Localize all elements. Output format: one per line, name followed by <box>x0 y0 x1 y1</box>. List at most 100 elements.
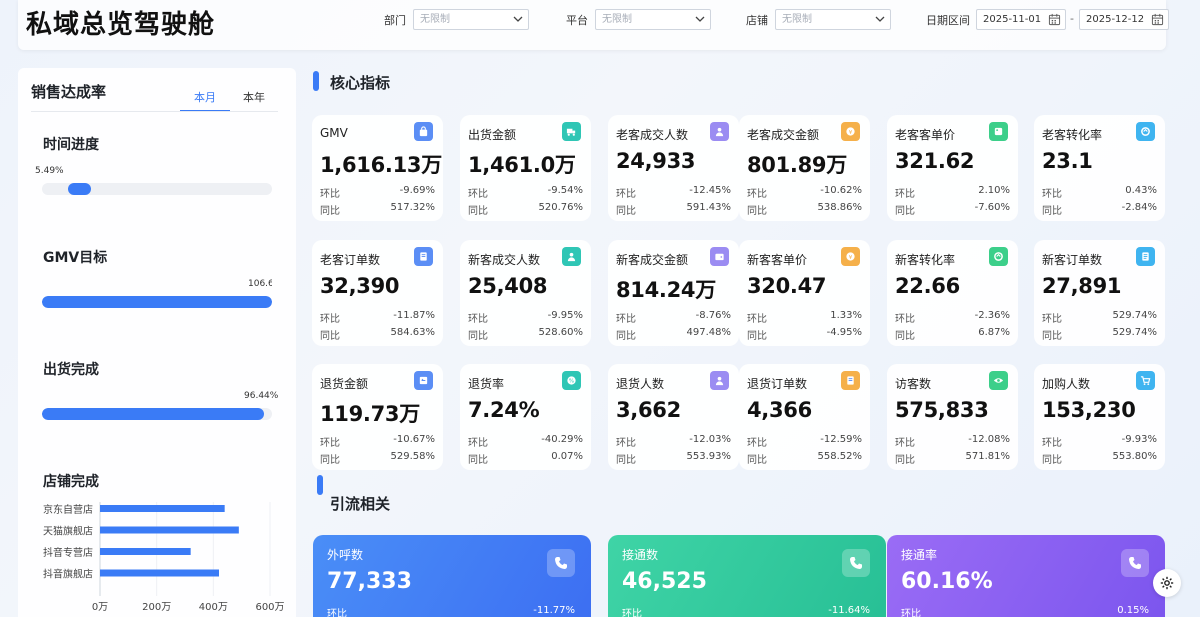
chart-category-label: 京东自营店 <box>43 503 93 516</box>
mom-value: -11.87% <box>393 310 435 321</box>
order-icon <box>414 247 433 266</box>
metric-card: 新客成交金额 814.24万 环比 -8.76% 同比 497.48% <box>608 240 739 346</box>
chart-x-tick-label: 0万 <box>92 602 108 613</box>
metric-value: 320.47 <box>747 274 827 298</box>
yoy-label: 同比 <box>1042 455 1062 466</box>
store-select[interactable]: 无限制 <box>775 9 891 30</box>
gmv-target-track <box>42 296 272 308</box>
yoy-value: 497.48% <box>686 327 732 338</box>
time-progress-track <box>42 183 272 195</box>
header-bar: 私域总览驾驶舱 部门 无限制 平台 无限制 店铺 无限制 日期区间 2025-1… <box>18 0 1169 50</box>
yoy-value: 571.81% <box>965 451 1011 462</box>
chart-x-tick-label: 200万 <box>142 602 171 613</box>
metric-card: 退货人数 3,662 环比 -12.03% 同比 553.93% <box>608 364 739 470</box>
mom-label: 环比 <box>468 438 488 449</box>
metric-label: GMV <box>320 126 348 140</box>
metric-card: 访客数 575,833 环比 -12.08% 同比 571.81% <box>887 364 1018 470</box>
chart-bar <box>100 505 225 512</box>
tab-year[interactable]: 本年 <box>243 89 265 105</box>
traffic-value: 77,333 <box>327 569 412 594</box>
yoy-value: 520.76% <box>538 202 584 213</box>
mom-value: -9.95% <box>547 310 583 321</box>
svg-text:%: % <box>569 379 574 385</box>
metric-label: 老客成交金额 <box>747 128 820 142</box>
mom-value: 0.43% <box>1125 185 1157 196</box>
platform-label: 平台 <box>566 14 588 27</box>
phone-icon <box>842 549 870 577</box>
chart-category-label: 抖音专营店 <box>43 546 93 559</box>
mom-label: 环比 <box>1042 189 1062 200</box>
yoy-label: 同比 <box>320 206 340 217</box>
metric-card: 退货订单数 4,366 环比 -12.59% 同比 558.52% <box>739 364 870 470</box>
chart-bar <box>100 548 191 555</box>
date-end-input[interactable]: 2025-12-12 <box>1079 9 1169 30</box>
yoy-label: 同比 <box>468 455 488 466</box>
yoy-value: 591.43% <box>686 202 732 213</box>
metric-card: 新客成交人数 25,408 环比 -9.95% 同比 528.60% <box>460 240 591 346</box>
metric-label: 老客客单价 <box>895 128 956 142</box>
time-progress-fill <box>68 183 91 195</box>
mom-label: 环比 <box>468 314 488 325</box>
mom-value: 1.33% <box>830 310 862 321</box>
mom-value: -12.59% <box>820 434 862 445</box>
gmv-target-fill <box>42 296 272 308</box>
metric-value: 1,461.0万 <box>468 153 576 177</box>
return-icon <box>414 371 433 390</box>
convert-icon <box>989 247 1008 266</box>
convert-icon <box>1136 122 1155 141</box>
phone-icon <box>547 549 575 577</box>
yoy-label: 同比 <box>616 455 636 466</box>
shipment-fill <box>42 408 264 420</box>
section-marker <box>317 475 323 495</box>
mom-label: 环比 <box>895 438 915 449</box>
mom-value: -40.29% <box>541 434 583 445</box>
traffic-label: 外呼数 <box>327 548 364 562</box>
yoy-value: 529.74% <box>1112 327 1158 338</box>
calendar-icon <box>1048 13 1061 26</box>
wallet-icon <box>710 247 729 266</box>
metric-value: 4,366 <box>747 398 812 422</box>
metric-value: 24,933 <box>616 149 696 173</box>
yoy-label: 同比 <box>1042 331 1062 342</box>
yoy-label: 同比 <box>468 206 488 217</box>
mom-label: 环比 <box>320 438 340 449</box>
dept-select[interactable]: 无限制 <box>413 9 529 30</box>
settings-float-button[interactable] <box>1153 569 1181 597</box>
mom-label: 环比 <box>901 609 921 617</box>
chart-x-tick-label: 400万 <box>199 602 228 613</box>
panel-title: 销售达成率 <box>31 83 107 101</box>
traffic-card: 接通数 46,525 环比 -11.64% <box>608 535 886 617</box>
yoy-value: -4.95% <box>826 327 862 338</box>
metric-card: GMV 1,616.13万 环比 -9.69% 同比 517.32% <box>312 115 443 221</box>
metric-card: 老客客单价 321.62 环比 2.10% 同比 -7.60% <box>887 115 1018 221</box>
dept-select-value: 无限制 <box>420 14 450 25</box>
chart-category-label: 天猫旗舰店 <box>43 525 93 538</box>
tab-month[interactable]: 本月 <box>194 89 216 105</box>
mom-value: -9.54% <box>547 185 583 196</box>
platform-select[interactable]: 无限制 <box>595 9 711 30</box>
mom-label: 环比 <box>747 189 767 200</box>
mom-value: -9.93% <box>1121 434 1157 445</box>
metric-card: 退货率 % 7.24% 环比 -40.29% 同比 0.07% <box>460 364 591 470</box>
shipment-title: 出货完成 <box>43 362 99 378</box>
user-icon <box>562 247 581 266</box>
yoy-label: 同比 <box>320 455 340 466</box>
mom-label: 环比 <box>468 189 488 200</box>
mom-value: 529.74% <box>1112 310 1158 321</box>
phone-icon <box>1121 549 1149 577</box>
yoy-label: 同比 <box>747 206 767 217</box>
chart-x-tick-label: 600万 <box>255 602 284 613</box>
metric-value: 27,891 <box>1042 274 1122 298</box>
metric-value: 321.62 <box>895 149 975 173</box>
yoy-label: 同比 <box>747 455 767 466</box>
mom-value: -12.45% <box>689 185 731 196</box>
gmv-target-title: GMV目标 <box>43 250 108 266</box>
chevron-down-icon <box>875 16 885 22</box>
truck-icon <box>562 122 581 141</box>
yoy-value: 529.58% <box>390 451 436 462</box>
date-start-input[interactable]: 2025-11-01 <box>976 9 1066 30</box>
metric-value: 814.24万 <box>616 278 716 302</box>
traffic-title: 引流相关 <box>330 495 391 513</box>
metric-value: 25,408 <box>468 274 548 298</box>
yoy-value: 584.63% <box>390 327 436 338</box>
